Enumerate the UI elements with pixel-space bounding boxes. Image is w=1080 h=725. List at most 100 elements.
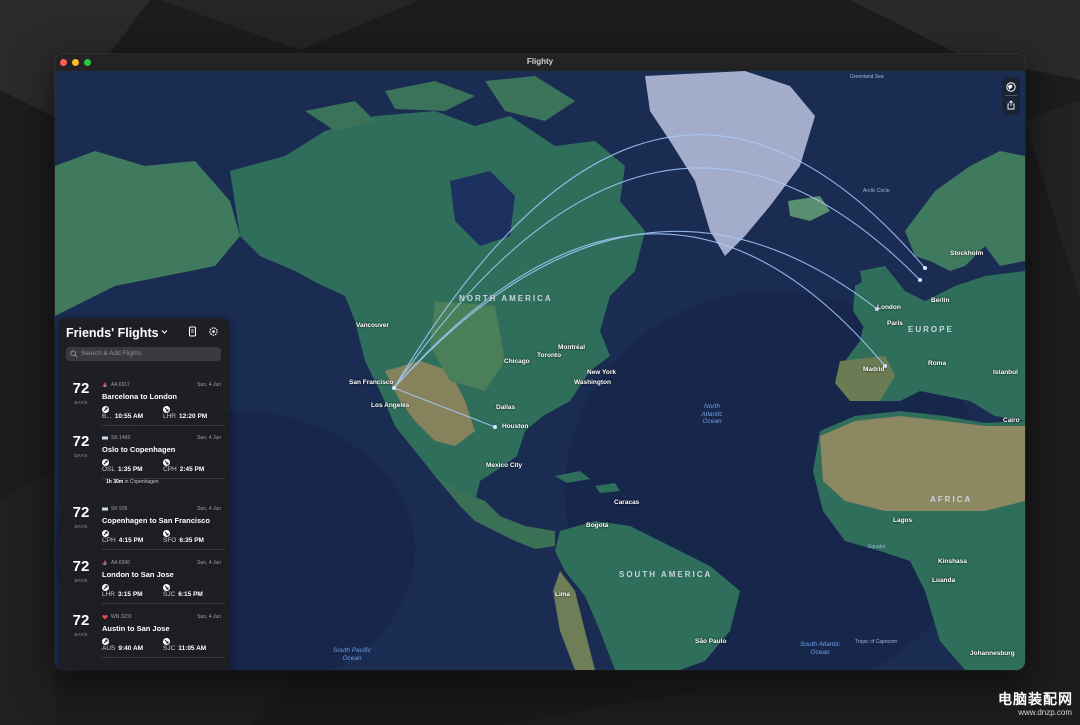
arrival-time: 2:45 PM: [179, 466, 205, 473]
city-berlin[interactable]: Berlin: [931, 297, 949, 304]
city-dallas[interactable]: Dallas: [496, 404, 515, 411]
sas-logo-icon: [102, 507, 108, 511]
flight-route: Oslo to Copenhagen: [102, 445, 176, 454]
flight-date: Sun, 4 Jun: [197, 382, 221, 388]
divider: [102, 657, 225, 658]
sas-logo-icon: [102, 436, 108, 440]
arrival-icon: [163, 406, 170, 413]
boarding-pass-icon[interactable]: [187, 326, 198, 337]
flight-route: Austin to San Jose: [102, 624, 170, 633]
divider: [102, 425, 225, 426]
city-johannesburg[interactable]: Johannesburg: [970, 650, 1015, 657]
divider: [102, 603, 225, 604]
days-label: DAYS: [74, 578, 88, 583]
search-input[interactable]: Search & Add Flights: [66, 347, 221, 361]
city-kinshasa[interactable]: Kinshasa: [938, 558, 967, 565]
friends-flights-panel: Friends' Flights Search & Add Flights 72…: [59, 318, 229, 670]
city-roma[interactable]: Roma: [928, 360, 946, 367]
app-window: Flighty NORTH AMERICA SOUTH AMERICA EURO…: [55, 54, 1025, 670]
flight-card[interactable]: 72 DAYS AA 6917 Sun, 4 Jun Barcelona to …: [59, 378, 229, 426]
flight-number: AA 6990: [111, 560, 130, 566]
arrival-time: 6:35 PM: [179, 537, 204, 544]
layover-duration: 1h 30m: [106, 479, 124, 485]
flight-card[interactable]: 72 DAYS WN 3231 Sun, 4 Jun Austin to San…: [59, 610, 229, 658]
map-toolbar: [1002, 77, 1020, 115]
city-madrid[interactable]: Madrid: [863, 366, 884, 373]
label-south-atlantic: South Atlantic Ocean: [800, 641, 840, 656]
arrival-airport: LHR: [163, 413, 177, 420]
arrival: SJC 6:15 PM: [163, 584, 203, 598]
flight-route: Barcelona to London: [102, 392, 177, 401]
departure: B... 10:55 AM: [102, 406, 143, 420]
city-london[interactable]: London: [877, 304, 901, 311]
city-lagos[interactable]: Lagos: [893, 517, 912, 524]
city-san-francisco[interactable]: San Francisco: [349, 379, 393, 386]
aa-logo-icon: [102, 560, 108, 565]
city-sao-paulo[interactable]: São Paulo: [695, 638, 726, 645]
flight-number: WN 3231: [111, 614, 132, 620]
city-luanda[interactable]: Luanda: [932, 577, 955, 584]
world-map[interactable]: NORTH AMERICA SOUTH AMERICA EUROPE AFRIC…: [55, 71, 1025, 670]
search-placeholder: Search & Add Flights: [81, 350, 142, 357]
flight-date: Sun, 4 Jun: [197, 506, 221, 512]
city-los-angeles[interactable]: Los Angeles: [371, 402, 409, 409]
city-bogota[interactable]: Bogotá: [586, 522, 608, 529]
flight-route: Copenhagen to San Francisco: [102, 516, 210, 525]
days-label: DAYS: [74, 453, 88, 458]
globe-icon[interactable]: [1006, 82, 1016, 92]
departure-icon: [102, 638, 109, 645]
city-istanbul[interactable]: Istanbul: [993, 369, 1018, 376]
flight-card[interactable]: 72 DAYS AA 6990 Sun, 4 Jun London to San…: [59, 556, 229, 604]
city-toronto[interactable]: Toronto: [537, 352, 561, 359]
city-montreal[interactable]: Montréal: [558, 344, 585, 351]
flight-card[interactable]: 72 DAYS SK 1469 Sun, 4 Jun Oslo to Copen…: [59, 431, 229, 479]
flight-route: London to San Jose: [102, 570, 174, 579]
city-houston[interactable]: Houston: [502, 423, 528, 430]
gear-icon[interactable]: [208, 326, 219, 337]
city-stockholm[interactable]: Stockholm: [950, 250, 983, 257]
city-chicago[interactable]: Chicago: [504, 358, 530, 365]
departure-airport: B...: [102, 413, 112, 420]
aa-logo-icon: [102, 382, 108, 387]
city-vancouver[interactable]: Vancouver: [356, 322, 389, 329]
days-label: DAYS: [74, 524, 88, 529]
arrival-icon: [163, 584, 170, 591]
arrival: SFO 6:35 PM: [163, 530, 204, 544]
city-lima[interactable]: Lima: [555, 591, 570, 598]
city-paris[interactable]: Paris: [887, 320, 903, 327]
panel-title[interactable]: Friends' Flights: [66, 326, 159, 340]
label-north-america: NORTH AMERICA: [459, 294, 553, 303]
arrival: SJC 11:05 AM: [163, 638, 206, 652]
label-africa: AFRICA: [930, 495, 973, 504]
share-icon[interactable]: [1006, 100, 1016, 110]
city-caracas[interactable]: Caracas: [614, 499, 639, 506]
label-north-atlantic: North Atlantic Ocean: [701, 403, 723, 425]
flight-date: Sun, 4 Jun: [197, 614, 221, 620]
flight-card[interactable]: 72 DAYS SK 935 Sun, 4 Jun Copenhagen to …: [59, 502, 229, 550]
window-title: Flighty: [526, 57, 554, 66]
departure-airport: AUS: [102, 645, 116, 652]
flight-number: SK 935: [111, 506, 128, 512]
departure: CPH 4:15 PM: [102, 530, 143, 544]
arrival-airport: SJC: [163, 591, 176, 598]
chevron-down-icon[interactable]: [161, 329, 168, 335]
label-greenland-sea: Greenland Sea: [850, 74, 884, 80]
arrival-airport: SFO: [163, 537, 177, 544]
arrival-time: 6:15 PM: [178, 591, 203, 598]
days-count: 72: [72, 612, 90, 629]
arrival: CPH 2:45 PM: [163, 459, 204, 473]
departure-time: 10:55 AM: [114, 413, 144, 420]
label-equator: Equator: [868, 544, 886, 550]
departure-time: 9:40 AM: [118, 645, 144, 652]
departure-airport: CPH: [102, 537, 116, 544]
title-bar: Flighty: [55, 54, 1025, 72]
city-new-york[interactable]: New York: [587, 369, 616, 376]
arrival-icon: [163, 638, 170, 645]
departure-icon: [102, 530, 109, 537]
city-cairo[interactable]: Cairo: [1003, 417, 1020, 424]
city-mexico-city[interactable]: Mexico City: [486, 462, 522, 469]
city-washington[interactable]: Washington: [574, 379, 611, 386]
flight-number: SK 1469: [111, 435, 131, 441]
layover-location: in Copenhagen: [124, 479, 159, 485]
departure-icon: [102, 459, 109, 466]
